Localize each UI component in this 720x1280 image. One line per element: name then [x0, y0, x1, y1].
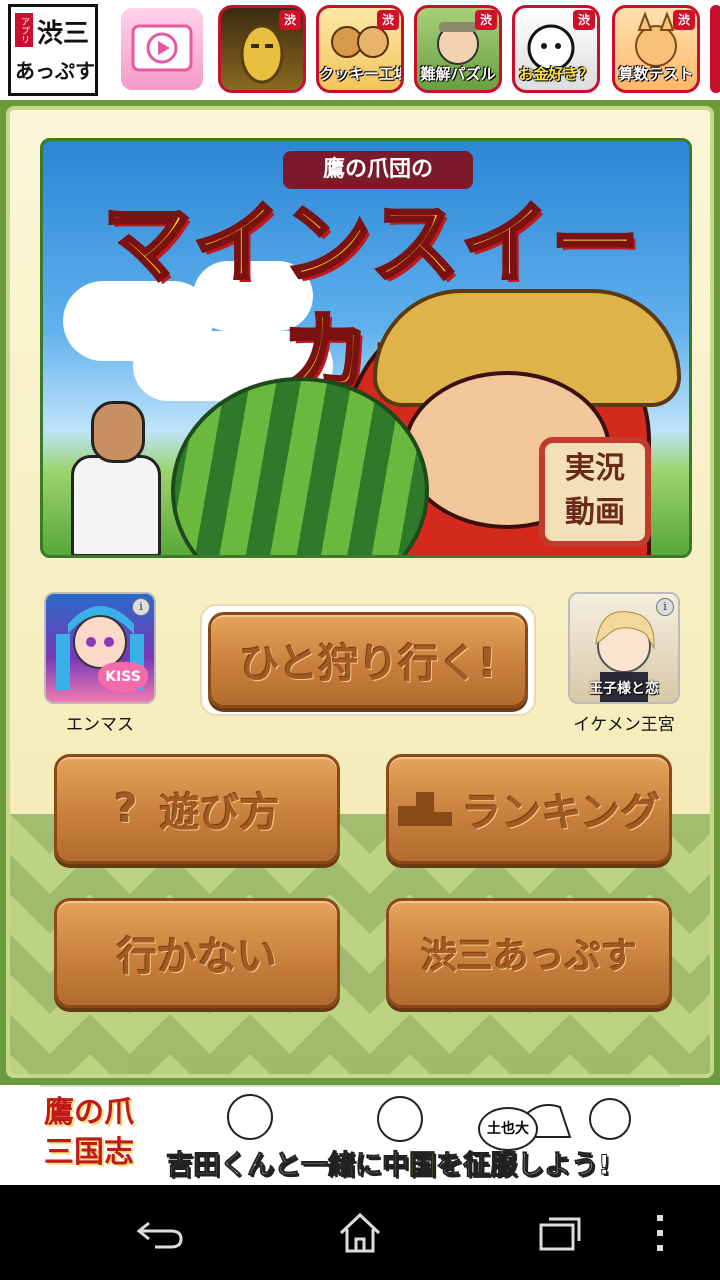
ad-icon-ikemen-palace[interactable]: 王子様と恋 i	[568, 592, 680, 704]
shibu-badge: 渋	[377, 10, 399, 30]
ad-banner: 鷹の爪 三国志 土也大 吉田くんと一緒に中国を征服しよう!	[0, 1085, 720, 1187]
app-label: お金好き？	[518, 65, 594, 83]
ad-copy-post: を征服しよう!	[435, 1150, 611, 1182]
app-icon-golden-robot[interactable]: 渋	[218, 5, 306, 93]
ad-logo-line2: 三国志	[44, 1135, 134, 1170]
live-video-line1: 実況	[565, 451, 625, 486]
man-head	[91, 401, 145, 463]
shibu-badge: 渋	[475, 10, 497, 30]
prince-overlay-text: 王子様と恋	[589, 681, 659, 697]
ad-logo: 鷹の爪 三国志	[44, 1093, 162, 1183]
app-promo-strip: アプリ 渋三 あっぷす 渋 渋 クッキー工場 渋 難解パズル 渋 お金好き？ 渋…	[0, 0, 720, 100]
dont-go-button[interactable]: 行かない	[54, 898, 340, 1008]
hunt-button-label: ひと狩り行く!	[239, 641, 497, 687]
system-navigation-bar	[0, 1185, 720, 1280]
shibu-apps-logo[interactable]: アプリ 渋三 あっぷす	[8, 4, 98, 96]
logo-line1: 渋三	[37, 19, 90, 49]
menu-frame: 鷹の爪団の マインスイーカー 実況 動画	[6, 106, 714, 1078]
ranking-label: ランキング	[461, 790, 661, 836]
overflow-menu-icon	[657, 1215, 663, 1251]
ad-characters-illustration	[227, 1094, 631, 1142]
ad-icon-enmasu[interactable]: KISS i	[44, 592, 156, 704]
shibu-apps-button[interactable]: 渋三あっぷす	[386, 898, 672, 1008]
hunt-button[interactable]: ひと狩り行く!	[208, 612, 528, 708]
man-character	[57, 401, 167, 555]
man-body	[71, 455, 161, 555]
podium-icon	[397, 792, 452, 826]
ad-info-icon[interactable]: i	[656, 598, 674, 616]
home-button[interactable]	[320, 1205, 400, 1261]
app-icon-difficult-puzzle[interactable]: 渋 難解パズル	[414, 5, 502, 93]
app-icon-money-cat[interactable]: 渋 お金好き？	[512, 5, 600, 93]
ad-label-enmasu: エンマス	[66, 715, 134, 735]
app-icon-partial[interactable]	[710, 5, 720, 93]
ad-info-icon[interactable]: i	[132, 598, 150, 616]
question-icon: ?	[114, 786, 138, 832]
shibu-badge: 渋	[573, 10, 595, 30]
play-icon	[131, 24, 193, 72]
shibu-badge: 渋	[673, 10, 695, 30]
logo-side-tag: アプリ	[15, 13, 33, 47]
title-banner: 鷹の爪団の マインスイーカー 実況 動画	[40, 138, 692, 558]
shibu-apps-label: 渋三あっぷす	[420, 936, 637, 977]
shibu-badge: 渋	[279, 10, 301, 30]
ad-logo-line1: 鷹の爪	[44, 1095, 134, 1130]
how-to-play-button[interactable]: ? 遊び方	[54, 754, 340, 864]
app-label: 難解パズル	[420, 65, 496, 83]
ad-banner-content[interactable]: 鷹の爪 三国志 土也大 吉田くんと一緒に中国を征服しよう!	[40, 1085, 680, 1187]
ad-copy-highlight: 中国	[382, 1150, 437, 1182]
game-title: マインスイーカー	[101, 190, 642, 407]
dont-go-label: 行かない	[117, 934, 277, 980]
app-icon-video[interactable]	[118, 5, 206, 93]
logo-line2: あっぷす	[15, 59, 95, 83]
recent-apps-button[interactable]	[520, 1205, 600, 1261]
live-video-button[interactable]: 実況 動画	[539, 437, 651, 547]
home-icon	[339, 1212, 381, 1253]
live-video-line2: 動画	[565, 495, 625, 530]
hunt-button-frame: ひと狩り行く!	[200, 604, 536, 716]
ad-copy-pre: 吉田くんと一緒に	[166, 1150, 383, 1182]
ad-label-ikemen-palace: イケメン王宮	[573, 715, 675, 735]
app-label: 算数テスト	[618, 65, 694, 83]
title-subtitle: 鷹の爪団の	[283, 151, 473, 189]
how-to-play-label: 遊び方	[159, 790, 280, 836]
back-arrow-icon	[136, 1221, 183, 1249]
game-menu-panel: 鷹の爪団の マインスイーカー 実況 動画	[0, 100, 720, 1085]
menu-button[interactable]	[640, 1205, 680, 1261]
app-icon-cookie-factory[interactable]: 渋 クッキー工場	[316, 5, 404, 93]
app-icon-math-test[interactable]: 渋 算数テスト	[612, 5, 700, 93]
ranking-button[interactable]: ランキング	[386, 754, 672, 864]
ad-copy: 吉田くんと一緒に中国を征服しよう!	[166, 1143, 678, 1183]
app-label: クッキー工場	[319, 65, 404, 83]
back-button[interactable]	[120, 1205, 200, 1261]
kiss-heart-badge: KISS	[98, 662, 148, 692]
recent-apps-icon	[539, 1217, 581, 1251]
